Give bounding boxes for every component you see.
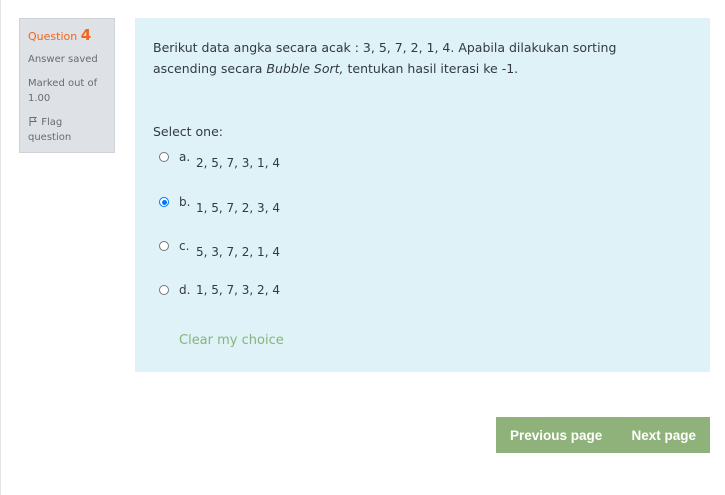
option-c-radio[interactable] <box>159 241 169 251</box>
option-c-letter: c. <box>179 239 190 253</box>
option-a-text: 2, 5, 7, 3, 1, 4 <box>196 156 280 170</box>
question-text-emphasis: Bubble Sort, <box>266 61 344 76</box>
option-d-radio[interactable] <box>159 285 169 295</box>
grade-label: Marked out of <box>28 78 98 89</box>
flag-question-link[interactable]: Flag question <box>28 115 106 145</box>
page-navigation: Previous page Next page <box>496 417 710 453</box>
question-state: Answer saved <box>28 54 98 65</box>
question-text-part2: tentukan hasil iterasi ke -1. <box>343 61 519 76</box>
option-d-text: 1, 5, 7, 3, 2, 4 <box>196 283 280 297</box>
option-b-radio[interactable] <box>159 197 169 207</box>
option-d-letter: d. <box>179 283 191 297</box>
clear-choice-link[interactable]: Clear my choice <box>179 333 284 348</box>
answer-prompt: Select one: <box>153 124 224 139</box>
quiz-page: Question 4 Answer saved Marked out of 1.… <box>0 0 725 495</box>
next-page-button[interactable]: Next page <box>631 428 696 443</box>
option-b-text: 1, 5, 7, 2, 3, 4 <box>196 201 280 215</box>
question-grade: Marked out of 1.00 <box>28 76 106 106</box>
question-content: Berikut data angka secara acak : 3, 5, 7… <box>135 18 710 372</box>
previous-page-button[interactable]: Previous page <box>510 428 602 443</box>
option-b-letter: b. <box>179 195 191 209</box>
question-number: Question 4 <box>28 27 106 45</box>
question-label: Question <box>28 30 81 43</box>
question-text: Berikut data angka secara acak : 3, 5, 7… <box>153 37 683 79</box>
option-a-radio[interactable] <box>159 152 169 162</box>
grade-value: 1.00 <box>28 93 51 104</box>
question-number-value: 4 <box>80 26 92 44</box>
option-a-letter: a. <box>179 150 191 164</box>
option-c-text: 5, 3, 7, 2, 1, 4 <box>196 245 280 259</box>
flag-icon <box>28 116 38 126</box>
question-info-panel: Question 4 Answer saved Marked out of 1.… <box>19 18 115 153</box>
flag-label: Flag <box>41 117 63 128</box>
flag-label-2: question <box>28 132 72 143</box>
